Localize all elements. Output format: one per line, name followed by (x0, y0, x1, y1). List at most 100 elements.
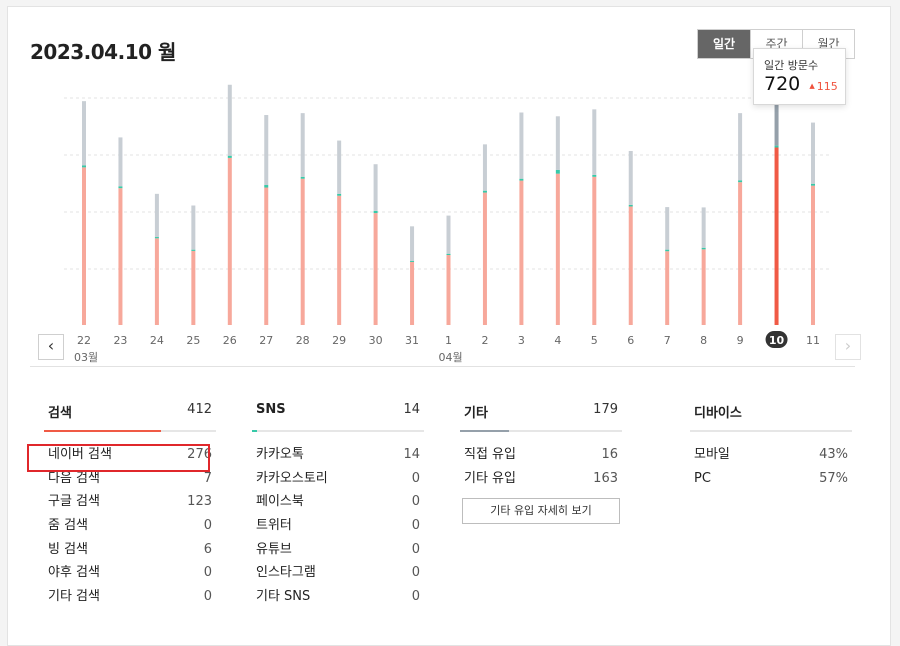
x-tick-label[interactable]: 10 (769, 334, 785, 347)
x-tick-label[interactable]: 6 (627, 334, 634, 347)
x-tick-label[interactable]: 26 (223, 334, 237, 347)
sns-column: SNS 14 카카오톡 14 카카오스토리 0 페이스북 0 트위터 0 유튜브 0 인스타그램 0 기… (252, 402, 424, 609)
x-tick-label[interactable]: 24 (150, 334, 164, 347)
bar-segment[interactable] (811, 122, 815, 184)
bar-segment[interactable] (191, 249, 196, 251)
bar-segment[interactable] (118, 188, 123, 325)
etc-title: 기타 (464, 406, 488, 421)
bar-segment[interactable] (264, 187, 269, 325)
bar-segment[interactable] (592, 176, 597, 325)
bar-segment[interactable] (191, 250, 196, 325)
x-tick-label[interactable]: 30 (369, 334, 383, 347)
bar-segment[interactable] (227, 157, 232, 325)
bar-segment[interactable] (446, 255, 451, 325)
bar-segment[interactable] (701, 249, 706, 325)
etc-column: 기타 179 직접 유입 16 기타 유입 163 기타 유입 자세히 보기 (460, 402, 622, 525)
bar-segment[interactable] (738, 180, 743, 183)
bar-segment[interactable] (628, 204, 633, 207)
x-tick-label[interactable]: 23 (113, 334, 127, 347)
bar-segment[interactable] (82, 101, 86, 166)
x-tick-label[interactable]: 28 (296, 334, 310, 347)
bar-segment[interactable] (264, 185, 269, 188)
bar-segment[interactable] (118, 186, 123, 189)
bar-segment[interactable] (410, 226, 415, 261)
bar-segment[interactable] (665, 249, 670, 252)
bar-segment[interactable] (373, 210, 378, 214)
bar-segment[interactable] (738, 182, 743, 325)
x-tick-label[interactable]: 31 (405, 334, 419, 347)
bar-segment[interactable] (774, 145, 779, 148)
device-row-value: 57% (819, 470, 848, 486)
bar-segment[interactable] (482, 192, 487, 325)
bar-segment[interactable] (264, 115, 269, 186)
next-period-button[interactable]: › (835, 334, 861, 360)
x-tick-label[interactable]: 3 (518, 334, 525, 347)
bar-segment[interactable] (555, 116, 560, 170)
x-tick-label[interactable]: 9 (737, 334, 744, 347)
bar-segment[interactable] (337, 193, 342, 196)
bar-segment[interactable] (191, 205, 196, 250)
bar-segment[interactable] (482, 190, 487, 193)
bar-segment[interactable] (82, 167, 86, 325)
bar-segment[interactable] (519, 112, 524, 179)
bar-segment[interactable] (410, 260, 415, 262)
bar-segment[interactable] (774, 147, 779, 325)
sns-row-value: 0 (411, 565, 420, 581)
bar-segment[interactable] (701, 207, 706, 248)
bar-segment[interactable] (227, 84, 232, 156)
etc-row-value: 16 (601, 447, 618, 462)
bar-segment[interactable] (446, 253, 451, 256)
device-list: 모바일 43% PC 57% (690, 443, 852, 490)
bar-segment[interactable] (373, 164, 378, 211)
bar-segment[interactable] (738, 113, 743, 181)
section-divider (30, 366, 855, 367)
bar-segment[interactable] (628, 150, 633, 205)
bar-segment[interactable] (337, 140, 342, 194)
bar-segment[interactable] (628, 206, 633, 325)
bar-segment[interactable] (665, 251, 670, 325)
bar-segment[interactable] (811, 185, 815, 325)
bar-segment[interactable] (337, 195, 342, 325)
etc-row-label: 직접 유입 (464, 447, 516, 462)
bar-segment[interactable] (592, 174, 597, 177)
bar-segment[interactable] (665, 207, 670, 250)
bar-segment[interactable] (701, 247, 706, 250)
x-tick-label[interactable]: 7 (664, 334, 671, 347)
etc-detail-button[interactable]: 기타 유입 자세히 보기 (462, 498, 620, 525)
sns-row-label: 유튜브 (256, 541, 292, 557)
bar-segment[interactable] (154, 237, 159, 239)
x-tick-label[interactable]: 8 (700, 334, 707, 347)
bar-segment[interactable] (519, 178, 524, 181)
prev-period-button[interactable]: ‹ (38, 334, 64, 360)
x-tick-label[interactable]: 4 (554, 334, 561, 347)
bar-segment[interactable] (592, 109, 597, 175)
bar-segment[interactable] (410, 261, 415, 325)
bar-segment[interactable] (300, 178, 305, 325)
bar-segment[interactable] (811, 183, 815, 186)
x-tick-label[interactable]: 29 (332, 334, 346, 347)
bar-segment[interactable] (300, 176, 305, 179)
x-tick-label[interactable]: 1 (445, 334, 452, 347)
bar-segment[interactable] (519, 180, 524, 325)
x-tick-label[interactable]: 27 (259, 334, 273, 347)
x-tick-label[interactable]: 25 (186, 334, 200, 347)
bar-segment[interactable] (373, 213, 378, 325)
bar-segment[interactable] (300, 113, 305, 177)
x-tick-label[interactable]: 5 (591, 334, 598, 347)
bar-segment[interactable] (446, 215, 451, 254)
bar-segment[interactable] (482, 144, 487, 191)
bar-segment[interactable] (154, 238, 159, 325)
bar-segment[interactable] (154, 193, 159, 238)
bar-segment[interactable] (555, 169, 560, 174)
bar-segment[interactable] (555, 173, 560, 325)
bar-segment[interactable] (82, 165, 86, 168)
x-tick-label[interactable]: 2 (481, 334, 488, 347)
search-row-value: 6 (203, 541, 212, 557)
bar-segment[interactable] (118, 137, 123, 187)
bar-segment[interactable] (227, 155, 232, 158)
sns-header: SNS 14 (252, 402, 424, 424)
bar-segment[interactable] (774, 98, 779, 146)
x-tick-label[interactable]: 22 (77, 334, 91, 347)
x-tick-label[interactable]: 11 (806, 334, 820, 347)
sns-row: 페이스북 0 (252, 490, 424, 514)
